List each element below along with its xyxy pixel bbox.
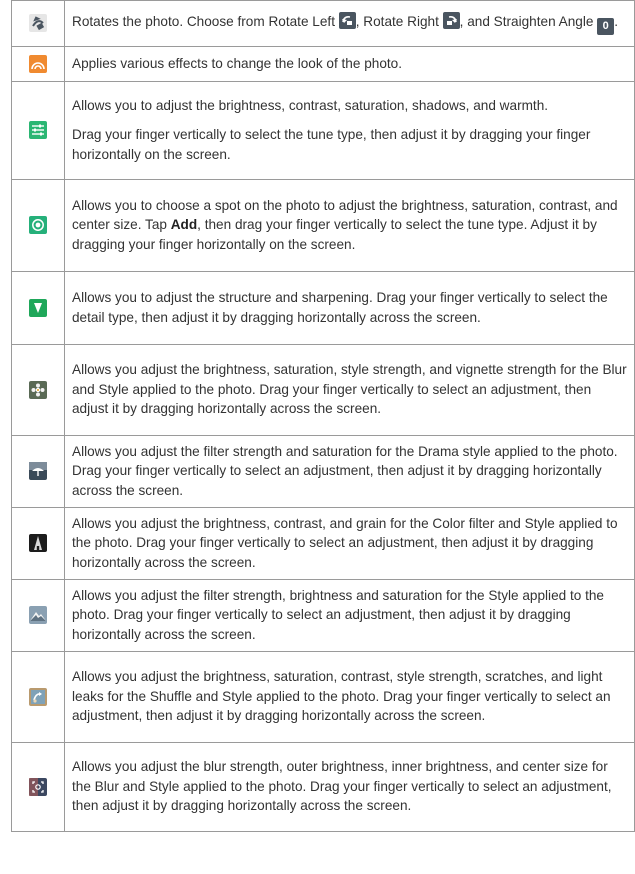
table-row: Allows you adjust the filter strength an…	[11, 435, 635, 508]
description-cell: Allows you adjust the blur strength, out…	[64, 742, 635, 832]
description-cell: Allows you adjust the brightness, satura…	[64, 344, 635, 436]
description-cell: Rotates the photo. Choose from Rotate Le…	[64, 0, 635, 47]
icon-cell	[11, 81, 65, 180]
blur-style-icon	[29, 380, 47, 399]
description-cell: Allows you to adjust the structure and s…	[64, 271, 635, 345]
add-keyword: Add	[170, 217, 198, 233]
icon-cell	[11, 0, 65, 47]
icon-cell	[11, 579, 65, 652]
description-text: Allows you adjust the filter strength, b…	[72, 587, 604, 642]
description-text: Applies various effects to change the lo…	[72, 55, 402, 71]
description-cell: Allows you adjust the filter strength an…	[64, 435, 635, 508]
icon-cell	[11, 435, 65, 508]
icon-cell	[11, 507, 65, 580]
description-cell: Allows you adjust the brightness, satura…	[64, 651, 635, 743]
details-icon	[29, 298, 47, 317]
table-row: Allows you adjust the brightness, satura…	[11, 651, 635, 743]
icon-cell	[11, 179, 65, 272]
tune-icon	[29, 121, 47, 140]
description-text-2: Drag your finger vertically to select th…	[72, 127, 591, 162]
description-text: Allows you adjust the brightness, satura…	[72, 362, 627, 417]
shuffle-style-icon	[29, 687, 47, 706]
tilt-shift-icon	[29, 777, 47, 796]
table-row: Allows you adjust the filter strength, b…	[11, 579, 635, 652]
description-text: Allows you adjust the brightness, satura…	[72, 669, 611, 724]
description-text: Allows you adjust the blur strength, out…	[72, 759, 612, 814]
description-cell: Allows you to choose a spot on the photo…	[64, 179, 635, 272]
icon-cell	[11, 46, 65, 82]
table-row: Rotates the photo. Choose from Rotate Le…	[11, 0, 635, 47]
table-row: Allows you adjust the blur strength, out…	[11, 742, 635, 832]
icon-cell	[11, 651, 65, 743]
description-text: Allows you to choose a spot on the photo…	[72, 197, 618, 252]
icon-cell	[11, 271, 65, 345]
table-row: Allows you adjust the brightness, satura…	[11, 344, 635, 436]
description-text: Allows you adjust the brightness, contra…	[72, 515, 618, 570]
color-filter-icon	[29, 534, 47, 553]
description-text: Rotates the photo. Choose from Rotate Le…	[72, 11, 628, 35]
description-cell: Allows you adjust the filter strength, b…	[64, 579, 635, 652]
rotate-icon	[29, 14, 47, 33]
icon-cell	[11, 742, 65, 832]
description-text: Allows you adjust the filter strength an…	[72, 443, 618, 498]
table-row: Allows you to adjust the brightness, con…	[11, 81, 635, 180]
rotate-left-icon	[338, 11, 356, 29]
table-row: Allows you to adjust the structure and s…	[11, 271, 635, 345]
description-cell: Allows you to adjust the brightness, con…	[64, 81, 635, 180]
description-text: Allows you to adjust the brightness, con…	[72, 97, 549, 113]
feature-table: Rotates the photo. Choose from Rotate Le…	[11, 0, 635, 832]
effects-icon	[29, 54, 47, 73]
icon-cell	[11, 344, 65, 436]
description-text: Allows you to adjust the structure and s…	[72, 290, 608, 325]
landscape-style-icon	[29, 606, 47, 625]
description-cell: Allows you adjust the brightness, contra…	[64, 507, 635, 580]
drama-icon	[29, 462, 47, 481]
selective-icon	[29, 216, 47, 235]
straighten-angle-icon: 0	[597, 17, 615, 35]
table-row: Allows you adjust the brightness, contra…	[11, 507, 635, 580]
table-row: Allows you to choose a spot on the photo…	[11, 179, 635, 272]
description-cell: Applies various effects to change the lo…	[64, 46, 635, 82]
table-row: Applies various effects to change the lo…	[11, 46, 635, 82]
rotate-right-icon	[442, 11, 460, 29]
